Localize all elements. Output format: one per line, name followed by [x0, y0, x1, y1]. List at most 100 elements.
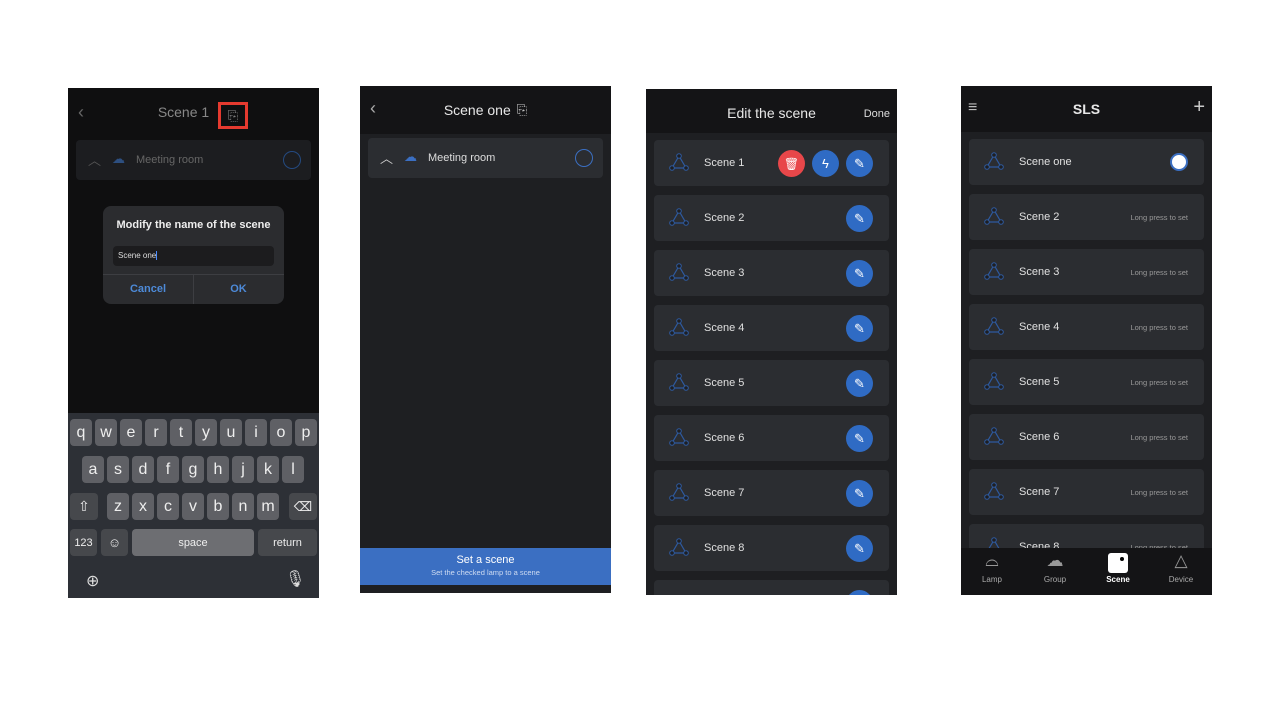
globe-icon[interactable]: ⊕ — [86, 571, 99, 591]
scene-row[interactable]: Scene one — [969, 139, 1204, 185]
scene-icon — [984, 317, 1004, 340]
scene-row[interactable]: Scene 5 ✎ — [654, 360, 889, 406]
key-h[interactable]: h — [207, 456, 229, 483]
key-w[interactable]: w — [95, 419, 117, 446]
key-m[interactable]: m — [257, 493, 279, 520]
done-button[interactable]: Done — [864, 108, 890, 120]
key-p[interactable]: p — [295, 419, 317, 446]
scene-row[interactable]: Scene 4 Long press to set — [969, 304, 1204, 350]
scene-row[interactable]: Scene 3 Long press to set — [969, 249, 1204, 295]
emoji-key[interactable]: ☺ — [101, 529, 128, 556]
selected-indicator[interactable] — [1170, 153, 1188, 171]
scene-name-input[interactable]: Scene one — [113, 246, 274, 266]
tab-scene[interactable]: Scene — [1088, 548, 1148, 584]
scene-icon — [669, 483, 689, 506]
back-icon[interactable]: ‹ — [370, 98, 376, 119]
key-k[interactable]: k — [257, 456, 279, 483]
edit-name-icon[interactable]: ⎘ — [517, 102, 527, 118]
menu-icon[interactable]: ≡ — [968, 99, 977, 117]
room-row[interactable]: ︿ ☁ Meeting room — [76, 140, 311, 180]
rename-scene-screen: ‹ Scene 1 ⎘ ︿ ☁ Meeting room Modify the … — [68, 88, 319, 598]
microphone-icon[interactable]: 🎙︎ — [285, 569, 305, 589]
edit-button[interactable] — [846, 590, 873, 595]
key-c[interactable]: c — [157, 493, 179, 520]
group-icon: ☁ — [112, 151, 125, 166]
header: ‹ Scene one ⎘ — [360, 86, 611, 134]
tab-device[interactable]: △ Device — [1151, 548, 1211, 584]
key-v[interactable]: v — [182, 493, 204, 520]
scene-name: Scene 5 — [704, 377, 745, 389]
scene-name: Scene 7 — [704, 487, 745, 499]
edit-button[interactable]: ✎ — [846, 480, 873, 507]
scene-row[interactable]: Scene 2 ✎ — [654, 195, 889, 241]
scene-row[interactable]: Scene 4 ✎ — [654, 305, 889, 351]
scene-icon — [669, 153, 689, 176]
cancel-button[interactable]: Cancel — [103, 283, 193, 295]
scene-row[interactable]: Scene 6 Long press to set — [969, 414, 1204, 460]
edit-button[interactable]: ✎ — [846, 315, 873, 342]
scene-name: Scene 4 — [1019, 321, 1060, 333]
scene-row[interactable]: Scene 1 🗑︎ ϟ ✎ — [654, 140, 889, 186]
scene-row[interactable]: Scene 3 ✎ — [654, 250, 889, 296]
key-s[interactable]: s — [107, 456, 129, 483]
scene-icon — [984, 482, 1004, 505]
return-key[interactable]: return — [258, 529, 317, 556]
scene-row[interactable]: Scene 2 Long press to set — [969, 194, 1204, 240]
edit-name-icon[interactable]: ⎘ — [218, 102, 248, 129]
key-j[interactable]: j — [232, 456, 254, 483]
scene-row[interactable]: Scene 8 ✎ — [654, 525, 889, 571]
key-d[interactable]: d — [132, 456, 154, 483]
ok-button[interactable]: OK — [193, 283, 284, 295]
key-b[interactable]: b — [207, 493, 229, 520]
scene-row[interactable]: Scene 6 ✎ — [654, 415, 889, 461]
scene-name: Scene 4 — [704, 322, 745, 334]
key-z[interactable]: z — [107, 493, 129, 520]
chevron-up-icon[interactable]: ︿ — [380, 148, 393, 167]
shift-key[interactable]: ⇧ — [70, 493, 98, 520]
edit-button[interactable]: ✎ — [846, 535, 873, 562]
set-scene-sublabel: Set the checked lamp to a scene — [431, 568, 540, 577]
edit-button[interactable]: ✎ — [846, 260, 873, 287]
key-g[interactable]: g — [182, 456, 204, 483]
edit-button[interactable]: ✎ — [846, 205, 873, 232]
key-e[interactable]: e — [120, 419, 142, 446]
back-icon[interactable]: ‹ — [78, 102, 84, 123]
tab-group[interactable]: ☁ Group — [1025, 548, 1085, 584]
space-key[interactable]: space — [132, 529, 254, 556]
key-l[interactable]: l — [282, 456, 304, 483]
key-f[interactable]: f — [157, 456, 179, 483]
long-press-hint: Long press to set — [1130, 433, 1188, 442]
key-q[interactable]: q — [70, 419, 92, 446]
key-n[interactable]: n — [232, 493, 254, 520]
key-u[interactable]: u — [220, 419, 242, 446]
key-a[interactable]: a — [82, 456, 104, 483]
apply-scene-button[interactable]: ϟ — [812, 150, 839, 177]
scene-row[interactable]: Scene 5 Long press to set — [969, 359, 1204, 405]
scene-row[interactable]: Scene 7 ✎ — [654, 470, 889, 516]
add-icon[interactable]: + — [1193, 96, 1205, 119]
numbers-key[interactable]: 123 — [70, 529, 97, 556]
header: ≡ SLS + — [961, 86, 1212, 132]
edit-button[interactable]: ✎ — [846, 425, 873, 452]
backspace-key[interactable]: ⌫ — [289, 493, 317, 520]
set-scene-button[interactable]: Set a scene Set the checked lamp to a sc… — [360, 548, 611, 585]
tab-lamp[interactable]: ⌓ Lamp — [962, 548, 1022, 584]
scene-row[interactable]: Scene 7 Long press to set — [969, 469, 1204, 515]
key-y[interactable]: y — [195, 419, 217, 446]
room-name: Meeting room — [136, 154, 204, 166]
scene-icon — [984, 262, 1004, 285]
delete-button[interactable]: 🗑︎ — [778, 150, 805, 177]
scene-row[interactable] — [654, 580, 889, 595]
key-x[interactable]: x — [132, 493, 154, 520]
room-checkbox[interactable] — [283, 151, 301, 169]
key-t[interactable]: t — [170, 419, 192, 446]
room-checkbox[interactable] — [575, 149, 593, 167]
scene-name: Scene 8 — [704, 542, 745, 554]
key-i[interactable]: i — [245, 419, 267, 446]
key-r[interactable]: r — [145, 419, 167, 446]
room-row[interactable]: ︿ ☁ Meeting room — [368, 138, 603, 178]
edit-button[interactable]: ✎ — [846, 370, 873, 397]
chevron-up-icon[interactable]: ︿ — [88, 150, 101, 169]
key-o[interactable]: o — [270, 419, 292, 446]
edit-button[interactable]: ✎ — [846, 150, 873, 177]
